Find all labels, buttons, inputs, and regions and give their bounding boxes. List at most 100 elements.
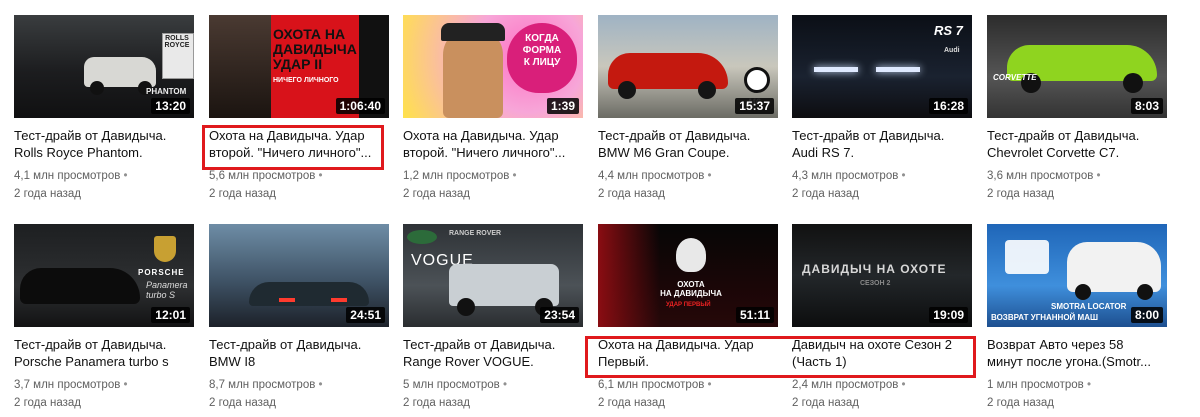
video-duration: 1:06:40 [335, 98, 385, 114]
video-card[interactable]: ДАВИДЫЧ НА ОХОТЕ СЕЗОН 2 19:09 Давидыч н… [792, 224, 972, 409]
video-meta: 4,4 млн просмотров 2 года назад [598, 167, 778, 203]
thumbnail-caption: PHANTOM [146, 87, 187, 96]
video-meta: 3,6 млн просмотров 2 года назад [987, 167, 1167, 203]
video-title[interactable]: Давидыч на охоте Сезон 2 (Часть 1) [792, 336, 970, 370]
video-card[interactable]: ROLLS ROYCE PHANTOM 13:20 Тест-драйв от … [14, 15, 194, 200]
thumbnail-caption: ВОЗВРАТ УГНАННОЙ МАШ [991, 313, 1099, 322]
video-title[interactable]: Тест-драйв от Давидыча. Audi RS 7. [792, 127, 970, 161]
upload-age: 2 года назад [14, 397, 81, 409]
view-count: 1,2 млн просмотров [403, 170, 517, 182]
video-title[interactable]: Охота на Давидыча. Удар второй. "Ничего … [209, 127, 387, 161]
video-thumbnail[interactable]: SMOTRA LOCATOR ВОЗВРАТ УГНАННОЙ МАШ 8:00 [987, 224, 1167, 327]
thumbnail-caption: СЕЗОН 2 [860, 280, 891, 287]
video-grid: ROLLS ROYCE PHANTOM 13:20 Тест-драйв от … [0, 0, 1200, 417]
video-card[interactable]: SMOTRA LOCATOR ВОЗВРАТ УГНАННОЙ МАШ 8:00… [987, 224, 1167, 409]
thumbnail-caption: Panamera turbo S [146, 280, 188, 300]
thumbnail-headline: ОХОТА НА ДАВИДЫЧА [660, 280, 722, 298]
bmw-logo-icon [744, 67, 770, 93]
video-duration: 8:00 [1130, 307, 1163, 323]
porsche-crest-icon [154, 236, 176, 262]
thumbnail-headline: ДАВИДЫЧ НА ОХОТЕ [802, 262, 947, 276]
video-card[interactable]: CORVETTE 8:03 Тест-драйв от Давидыча. Ch… [987, 15, 1167, 200]
video-meta: 4,3 млн просмотров 2 года назад [792, 167, 972, 203]
video-title[interactable]: Тест-драйв от Давидыча. Chevrolet Corvet… [987, 127, 1165, 161]
upload-age: 2 года назад [14, 188, 81, 200]
video-card[interactable]: M6 15:37 Тест-драйв от Давидыча. BMW M6 … [598, 15, 778, 200]
video-duration: 16:28 [929, 98, 968, 114]
thumbnail-caption: УДАР ПЕРВЫЙ [666, 302, 711, 308]
video-thumbnail[interactable]: 24:51 [209, 224, 389, 327]
video-thumbnail[interactable]: ROLLS ROYCE PHANTOM 13:20 [14, 15, 194, 118]
land-rover-logo-icon [407, 230, 437, 244]
upload-age: 2 года назад [987, 188, 1054, 200]
thumbnail-logo-text: PORSCHE [138, 268, 185, 277]
video-thumbnail[interactable]: ОХОТА НА ДАВИДЫЧА УДАР ПЕРВЫЙ 51:11 [598, 224, 778, 327]
video-duration: 23:54 [540, 307, 579, 323]
video-thumbnail[interactable]: ОХОТА НА ДАВИДЫЧА УДАР II НИЧЕГО ЛИЧНОГО… [209, 15, 389, 118]
video-card[interactable]: ОХОТА НА ДАВИДЫЧА УДАР ПЕРВЫЙ 51:11 Охот… [598, 224, 778, 409]
pitbull-logo-icon [676, 238, 706, 272]
video-thumbnail[interactable]: ДАВИДЫЧ НА ОХОТЕ СЕЗОН 2 19:09 [792, 224, 972, 327]
video-title[interactable]: Тест-драйв от Давидыча. BMW I8 [209, 336, 387, 370]
video-meta: 3,7 млн просмотров 2 года назад [14, 376, 194, 412]
video-title[interactable]: Тест-драйв от Давидыча. BMW M6 Gran Coup… [598, 127, 776, 161]
video-title[interactable]: Охота на Давидыча. Удар Первый. [598, 336, 776, 370]
video-card[interactable]: ОХОТА НА ДАВИДЫЧА УДАР II НИЧЕГО ЛИЧНОГО… [209, 15, 389, 200]
view-count: 4,4 млн просмотров [598, 170, 712, 182]
view-count: 1 млн просмотров [987, 379, 1091, 391]
upload-age: 2 года назад [598, 397, 665, 409]
view-count: 6,1 млн просмотров [598, 379, 712, 391]
thumbnail-caption: НИЧЕГО ЛИЧНОГО [273, 77, 339, 84]
video-duration: 8:03 [1130, 98, 1163, 114]
video-card[interactable]: RANGE ROVER VOGUE 23:54 Тест-драйв от Да… [403, 224, 583, 409]
locator-map-icon [1005, 240, 1049, 274]
thumbnail-logo-text: ROLLS ROYCE [164, 35, 190, 49]
thumbnail-logo-text: RS 7 [934, 23, 963, 38]
video-duration: 13:20 [151, 98, 190, 114]
view-count: 4,1 млн просмотров [14, 170, 128, 182]
video-title[interactable]: Тест-драйв от Давидыча. Porsche Panamera… [14, 336, 192, 370]
view-count: 8,7 млн просмотров [209, 379, 323, 391]
video-thumbnail[interactable]: RANGE ROVER VOGUE 23:54 [403, 224, 583, 327]
view-count: 3,6 млн просмотров [987, 170, 1101, 182]
upload-age: 2 года назад [792, 397, 859, 409]
view-count: 5,6 млн просмотров [209, 170, 323, 182]
upload-age: 2 года назад [987, 397, 1054, 409]
view-count: 3,7 млн просмотров [14, 379, 128, 391]
video-duration: 51:11 [735, 307, 774, 323]
video-card[interactable]: PORSCHE Panamera turbo S 12:01 Тест-драй… [14, 224, 194, 409]
video-meta: 4,1 млн просмотров 2 года назад [14, 167, 194, 203]
video-card[interactable]: КОГДА ФОРМА К ЛИЦУ 1:39 Охота на Давидыч… [403, 15, 583, 200]
upload-age: 2 года назад [792, 188, 859, 200]
video-meta: 5 млн просмотров 2 года назад [403, 376, 583, 412]
thumbnail-caption: Audi [944, 47, 960, 54]
video-card[interactable]: RS 7 Audi 16:28 Тест-драйв от Давидыча. … [792, 15, 972, 200]
video-meta: 6,1 млн просмотров 2 года назад [598, 376, 778, 412]
upload-age: 2 года назад [598, 188, 665, 200]
video-duration: 24:51 [346, 307, 385, 323]
video-title[interactable]: Тест-драйв от Давидыча. Rolls Royce Phan… [14, 127, 192, 161]
thumbnail-headline: ОХОТА НА ДАВИДЫЧА УДАР II [273, 26, 357, 72]
video-duration: 1:39 [546, 98, 579, 114]
video-duration: 19:09 [929, 307, 968, 323]
video-thumbnail[interactable]: M6 15:37 [598, 15, 778, 118]
upload-age: 2 года назад [403, 397, 470, 409]
video-meta: 1,2 млн просмотров 2 года назад [403, 167, 583, 203]
video-title[interactable]: Охота на Давидыча. Удар второй. "Ничего … [403, 127, 581, 161]
upload-age: 2 года назад [209, 188, 276, 200]
view-count: 2,4 млн просмотров [792, 379, 906, 391]
video-thumbnail[interactable]: КОГДА ФОРМА К ЛИЦУ 1:39 [403, 15, 583, 118]
video-duration: 12:01 [151, 307, 190, 323]
upload-age: 2 года назад [209, 397, 276, 409]
video-thumbnail[interactable]: RS 7 Audi 16:28 [792, 15, 972, 118]
video-thumbnail[interactable]: PORSCHE Panamera turbo S 12:01 [14, 224, 194, 327]
thumbnail-caption: RANGE ROVER [449, 230, 502, 237]
video-title[interactable]: Возврат Авто через 58 минут после угона.… [987, 336, 1165, 370]
video-meta: 1 млн просмотров 2 года назад [987, 376, 1167, 412]
video-title[interactable]: Тест-драйв от Давидыча. Range Rover VOGU… [403, 336, 581, 370]
video-meta: 2,4 млн просмотров 2 года назад [792, 376, 972, 412]
view-count: 4,3 млн просмотров [792, 170, 906, 182]
video-card[interactable]: 24:51 Тест-драйв от Давидыча. BMW I8 8,7… [209, 224, 389, 409]
video-meta: 8,7 млн просмотров 2 года назад [209, 376, 389, 412]
video-thumbnail[interactable]: CORVETTE 8:03 [987, 15, 1167, 118]
